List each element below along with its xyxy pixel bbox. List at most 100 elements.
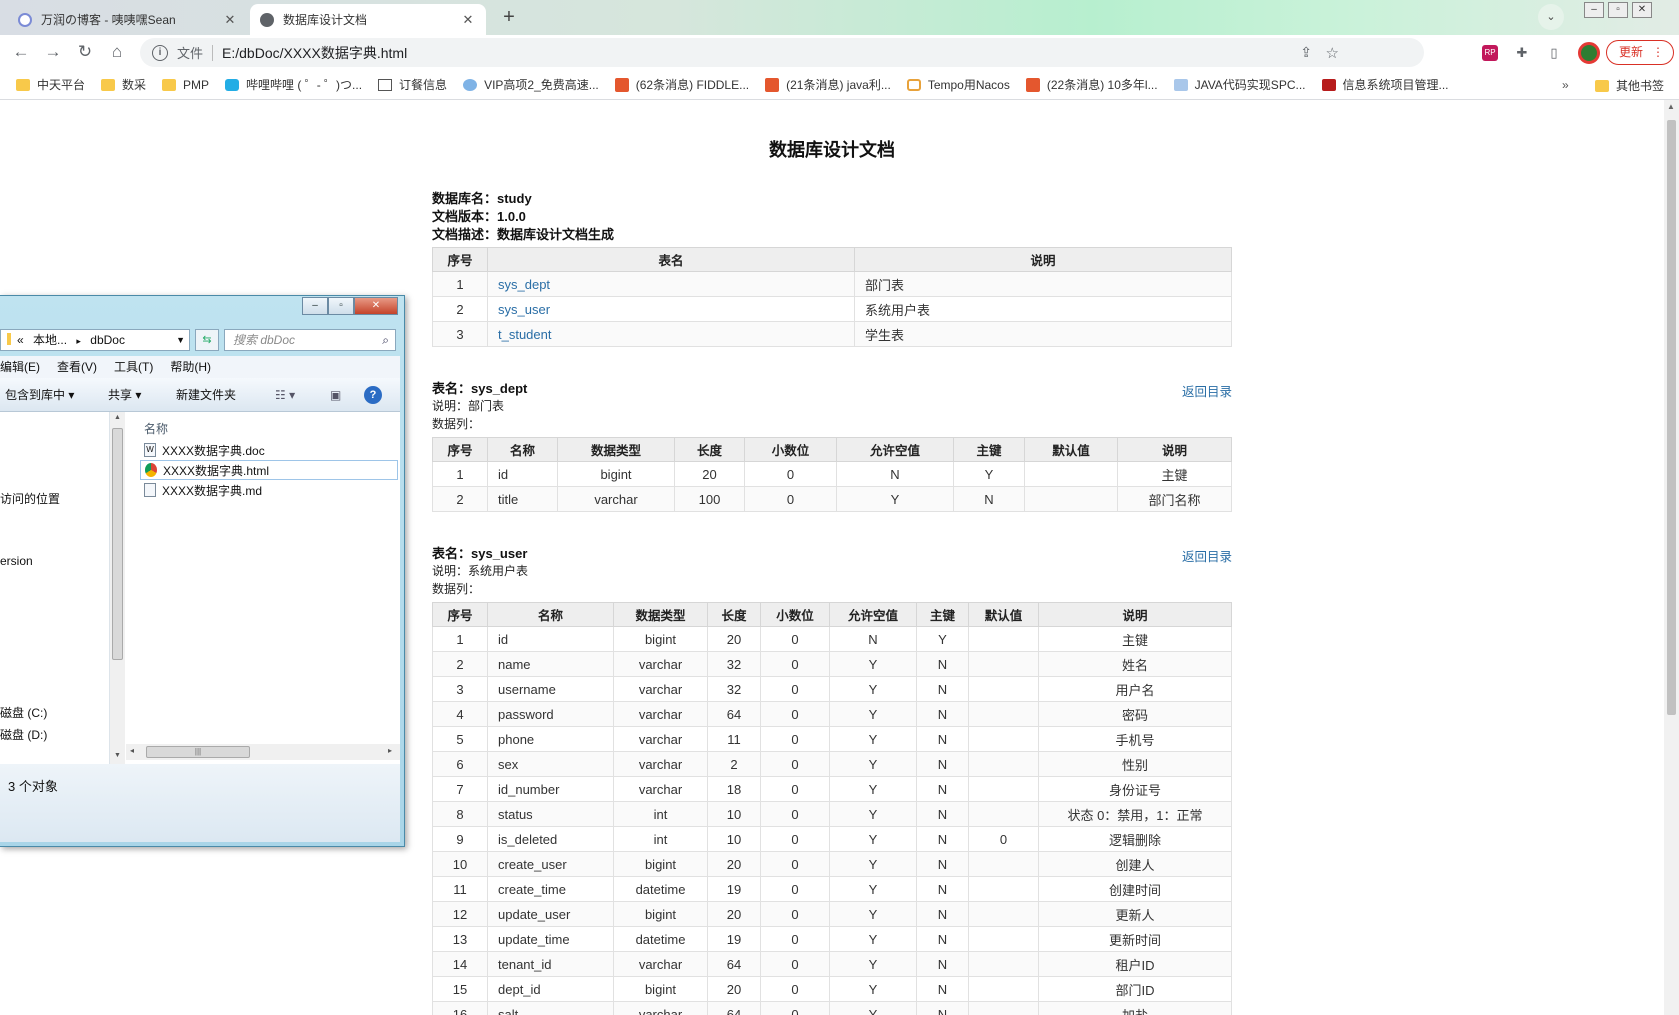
- bookmark-item[interactable]: Tempo用Nacos: [906, 76, 1010, 93]
- table-cell: [1024, 461, 1118, 487]
- table-link-sys-dept[interactable]: sys_dept: [487, 271, 855, 297]
- reload-icon[interactable]: ↻: [74, 41, 96, 63]
- explorer-menu-bar: 编辑(E) 查看(V) 工具(T) 帮助(H): [0, 356, 400, 378]
- scroll-thumb[interactable]: [112, 428, 123, 660]
- share-icon[interactable]: ⇪: [1300, 44, 1312, 61]
- nav-item[interactable]: 访问的位置: [0, 490, 60, 507]
- scroll-thumb[interactable]: [1667, 120, 1676, 715]
- breadcrumb-overflow[interactable]: «: [17, 333, 24, 347]
- new-folder-button[interactable]: 新建文件夹: [176, 378, 236, 412]
- section-sys-dept-head: 表名：sys_dept 说明：部门表 数据列： 返回目录: [432, 378, 1232, 433]
- close-icon[interactable]: ✕: [222, 12, 238, 28]
- bookmark-item[interactable]: JAVA代码实现SPC...: [1173, 76, 1306, 93]
- table-link-t-student[interactable]: t_student: [487, 321, 855, 347]
- scroll-up-arrow-icon[interactable]: ▲: [114, 414, 121, 421]
- bookmark-item[interactable]: (62条消息) FIDDLE...: [614, 76, 749, 93]
- column-header: 数据类型: [613, 602, 708, 627]
- tab-blog[interactable]: 万润の博客 - 咦咦嘿Sean ✕: [8, 4, 248, 35]
- bookmark-item[interactable]: 信息系统项目管理...: [1321, 76, 1449, 93]
- nav-item-drive-c[interactable]: 磁盘 (C:): [0, 704, 47, 721]
- bookmark-item[interactable]: PMP: [162, 78, 209, 92]
- menu-item-help[interactable]: 帮助(H): [170, 356, 211, 378]
- other-bookmarks[interactable]: 其他书签: [1595, 77, 1664, 94]
- menu-item-edit[interactable]: 编辑(E): [0, 356, 40, 378]
- column-header: 说明: [1117, 437, 1232, 462]
- close-icon[interactable]: ✕: [460, 12, 476, 28]
- scroll-down-arrow-icon[interactable]: ▼: [114, 752, 121, 759]
- share-button[interactable]: 共享 ▾: [108, 378, 141, 412]
- table-cell: 姓名: [1038, 651, 1232, 677]
- section-sys-dept-table: 序号 名称 数据类型 长度 小数位 允许空值 主键 默认值 说明 1 id bigi…: [432, 437, 1232, 512]
- table-link-sys-user[interactable]: sys_user: [487, 296, 855, 322]
- side-panel-icon[interactable]: ▯: [1544, 43, 1564, 63]
- forward-arrow-icon[interactable]: →: [42, 41, 64, 63]
- back-to-toc-link[interactable]: 返回目录: [1182, 546, 1232, 565]
- kebab-menu-icon[interactable]: ⋮: [1652, 41, 1664, 64]
- nav-item-drive-d[interactable]: 磁盘 (D:): [0, 726, 47, 743]
- home-icon[interactable]: ⌂: [106, 41, 128, 63]
- close-window-icon[interactable]: ✕: [1632, 2, 1652, 18]
- nav-item[interactable]: ersion: [0, 554, 33, 568]
- bookmark-item[interactable]: 订餐信息: [378, 76, 447, 93]
- preview-pane-icon[interactable]: ▣: [330, 378, 341, 412]
- minimize-icon[interactable]: –: [302, 297, 328, 315]
- maximize-icon[interactable]: ▫: [328, 297, 354, 315]
- nav-scrollbar[interactable]: ▲ ▼: [110, 412, 125, 764]
- scroll-thumb[interactable]: |||: [146, 746, 250, 758]
- bookmark-label: Tempo用Nacos: [927, 78, 1010, 92]
- new-tab-plus-icon[interactable]: +: [497, 6, 521, 30]
- doc-description: 文档描述：数据库设计文档生成: [432, 227, 615, 242]
- back-to-toc-link[interactable]: 返回目录: [1182, 381, 1232, 400]
- tab-db-doc[interactable]: 数据库设计文档 ✕: [250, 4, 486, 35]
- scroll-left-arrow-icon[interactable]: ◂: [130, 746, 134, 755]
- tab-search-chevron-icon[interactable]: ⌄: [1538, 4, 1564, 30]
- table-cell: 0: [968, 826, 1039, 852]
- minimize-icon[interactable]: –: [1584, 2, 1604, 18]
- table-cell: 1: [432, 461, 488, 487]
- include-in-library-button[interactable]: 包含到库中 ▾: [5, 378, 74, 412]
- close-window-icon[interactable]: ✕: [354, 297, 398, 315]
- view-options-icon[interactable]: ☷ ▾: [275, 378, 295, 412]
- bookmark-star-icon[interactable]: ☆: [1326, 44, 1339, 62]
- menu-item-tools[interactable]: 工具(T): [114, 356, 153, 378]
- bookmark-item[interactable]: VIP高项2_免费高速...: [463, 76, 599, 93]
- scroll-right-arrow-icon[interactable]: ▸: [388, 746, 392, 755]
- extension-rp-icon[interactable]: RP: [1482, 45, 1498, 61]
- address-bar[interactable]: i 文件 E:/dbDoc/XXXX数据字典.html ⇪ ☆: [140, 38, 1424, 67]
- profile-avatar[interactable]: [1578, 42, 1600, 64]
- update-button[interactable]: 更新 ⋮: [1606, 40, 1674, 65]
- bookmark-item[interactable]: 哔哩哔哩 ( ゜- ゜)つ...: [225, 76, 362, 93]
- explorer-search-input[interactable]: 搜索 dbDoc ⌕: [224, 329, 396, 351]
- file-item[interactable]: XXXX数据字典.md: [140, 480, 398, 500]
- refresh-icon[interactable]: ⇆: [195, 329, 219, 351]
- search-icon[interactable]: ⌕: [382, 330, 389, 350]
- url-text[interactable]: E:/dbDoc/XXXX数据字典.html: [222, 43, 407, 63]
- info-icon[interactable]: i: [152, 44, 168, 61]
- bookmark-item[interactable]: 中天平台: [16, 76, 85, 93]
- table-cell: N: [916, 726, 969, 752]
- menu-item-view[interactable]: 查看(V): [57, 356, 97, 378]
- bookmark-item[interactable]: (21条消息) java利...: [765, 76, 891, 93]
- help-icon[interactable]: ?: [364, 386, 382, 404]
- file-item[interactable]: W XXXX数据字典.doc: [140, 440, 398, 460]
- breadcrumb-part[interactable]: 本地...: [33, 333, 67, 347]
- bookmark-item[interactable]: (22条消息) 10多年l...: [1025, 76, 1158, 93]
- chevron-down-icon[interactable]: ▼: [176, 330, 185, 350]
- table-cell: [968, 726, 1039, 752]
- column-header: 长度: [707, 602, 761, 627]
- table-cell: [968, 1001, 1039, 1015]
- breadcrumb-part[interactable]: dbDoc: [90, 333, 125, 347]
- file-item-selected[interactable]: XXXX数据字典.html: [140, 460, 398, 480]
- maximize-icon[interactable]: ▫: [1608, 2, 1628, 18]
- scroll-up-arrow-icon[interactable]: ▲: [1667, 102, 1675, 111]
- puzzle-extensions-icon[interactable]: ✚: [1512, 43, 1532, 63]
- explorer-address-bar[interactable]: « 本地... ▸ dbDoc ▼: [0, 329, 190, 351]
- table-cell: int: [613, 801, 708, 827]
- file-list-scrollbar[interactable]: ◂ ||| ▸: [126, 744, 400, 760]
- back-arrow-icon[interactable]: ←: [10, 41, 32, 63]
- page-scrollbar[interactable]: ▲: [1664, 100, 1679, 1015]
- table-cell: 手机号: [1038, 726, 1232, 752]
- bookmark-item[interactable]: 数采: [101, 76, 146, 93]
- column-header-name[interactable]: 名称: [144, 420, 168, 437]
- bookmarks-overflow-chevron[interactable]: »: [1562, 78, 1569, 92]
